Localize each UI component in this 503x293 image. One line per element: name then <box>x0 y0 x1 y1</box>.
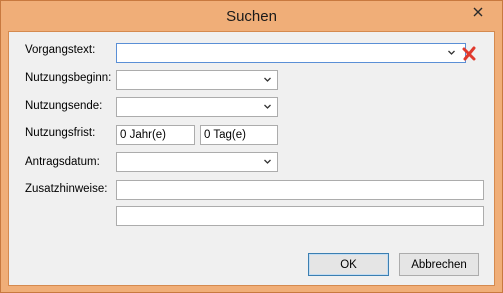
nutzungsfrist-tage-value: 0 Tag(e) <box>204 129 246 141</box>
chevron-down-icon[interactable] <box>264 158 271 165</box>
nutzungsbeginn-date-picker[interactable] <box>116 70 278 90</box>
abbrechen-button[interactable]: Abbrechen <box>399 253 479 276</box>
nutzungsfrist-jahre-input[interactable]: 0 Jahr(e) <box>116 125 195 145</box>
nutzungsfrist-tage-input[interactable]: 0 Tag(e) <box>200 125 278 145</box>
vorgangstext-label: Vorgangstext: <box>25 44 96 56</box>
nutzungsende-label: Nutzungsende: <box>25 100 103 112</box>
antragsdatum-date-picker[interactable] <box>116 152 278 172</box>
nutzungsfrist-jahre-value: 0 Jahr(e) <box>120 129 167 141</box>
search-dialog: Suchen Vorgangstext: Nutzungsbeginn: Nut… <box>0 0 503 293</box>
close-button[interactable] <box>461 2 494 21</box>
antragsdatum-label: Antragsdatum: <box>25 156 100 168</box>
vorgangstext-combobox[interactable] <box>116 43 476 63</box>
title-bar: Suchen <box>1 1 502 31</box>
zusatzhinweise-input-1[interactable] <box>116 180 484 200</box>
zusatzhinweise-input-2[interactable] <box>116 206 484 226</box>
chevron-down-icon[interactable] <box>264 76 271 83</box>
chevron-down-icon[interactable] <box>448 49 455 56</box>
dialog-body: Vorgangstext: Nutzungsbeginn: Nutzungsen… <box>8 31 495 286</box>
zusatzhinweise-label: Zusatzhinweise: <box>25 183 108 195</box>
clear-icon[interactable] <box>462 46 477 61</box>
window-title: Suchen <box>226 8 277 25</box>
nutzungsfrist-label: Nutzungsfrist: <box>25 127 96 139</box>
nutzungsbeginn-label: Nutzungsbeginn: <box>25 72 112 84</box>
close-icon <box>473 7 482 16</box>
chevron-down-icon[interactable] <box>264 103 271 110</box>
nutzungsende-date-picker[interactable] <box>116 97 278 117</box>
ok-button[interactable]: OK <box>308 253 389 276</box>
